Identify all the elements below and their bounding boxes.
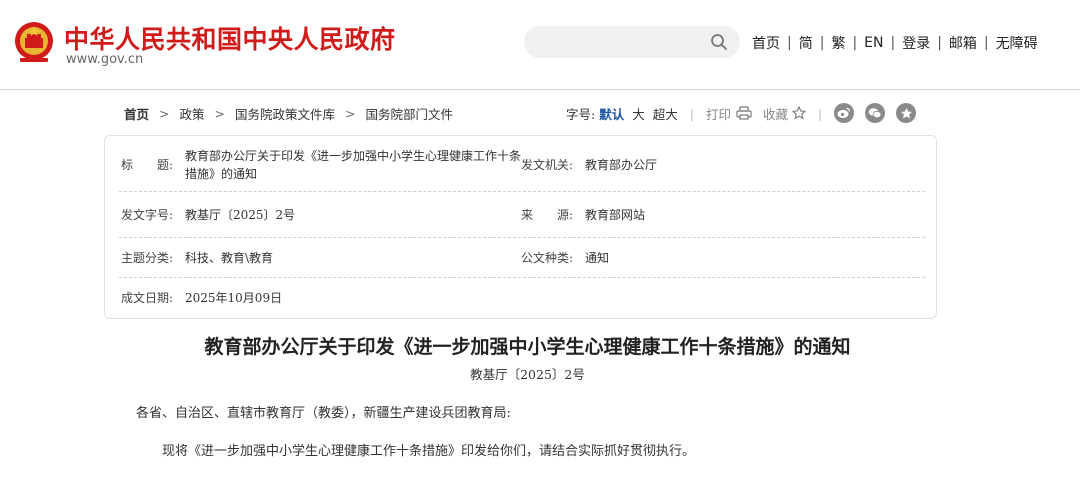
- star-icon[interactable]: [792, 106, 807, 120]
- nav-separator: |: [852, 35, 858, 51]
- nav-separator: |: [787, 35, 792, 51]
- meta-title-label: 标 题:: [121, 158, 174, 172]
- meta-type-value: 通知: [585, 251, 610, 265]
- nav-separator: |: [890, 35, 896, 51]
- nav-separator: |: [819, 35, 825, 51]
- meta-issuer-label: 发文机关:: [521, 158, 574, 172]
- tools-divider: |: [689, 105, 694, 121]
- nav-separator: |: [983, 35, 989, 51]
- meta-title-value-cont: 措施》的通知: [185, 167, 258, 181]
- site-title[interactable]: 中华人民共和国中央人民政府: [64, 20, 396, 56]
- meta-issuer-value: 教育部办公厅: [585, 158, 658, 172]
- article-addressee: 各省、自治区、直辖市教育厅（教委），新疆生产建设兵团教育局:: [136, 406, 511, 421]
- article-tools: 字号: 默认 大 超大 | 打印 收藏 |: [566, 102, 917, 124]
- breadcrumb-policy-library[interactable]: 国务院政策文件库: [235, 104, 335, 123]
- site-header: 中华人民共和国中央人民政府 www.gov.cn 首页 | 简 | 繁 | EN…: [0, 0, 1080, 90]
- breadcrumb-department-docs[interactable]: 国务院部门文件: [366, 104, 454, 123]
- breadcrumb-chevron-icon: >: [345, 106, 356, 121]
- weibo-icon[interactable]: [834, 103, 855, 123]
- nav-traditional[interactable]: 繁: [831, 33, 845, 53]
- search-input[interactable]: [538, 32, 708, 52]
- breadcrumb-chevron-icon: >: [214, 106, 225, 121]
- article-paragraph: 现将《进一步加强中小学生心理健康工作十条措施》印发给你们，请结合实际抓好贯彻执行…: [162, 444, 696, 459]
- print-button[interactable]: 打印: [706, 104, 731, 123]
- favorite-button[interactable]: 收藏: [763, 104, 788, 123]
- font-size-label: 字号:: [566, 106, 596, 122]
- breadcrumb-home[interactable]: 首页: [124, 104, 149, 123]
- article-title: 教育部办公厅关于印发《进一步加强中小学生心理健康工作十条措施》的通知: [204, 336, 851, 358]
- meta-topic-value: 科技、教育\教育: [185, 251, 274, 265]
- tools-divider: |: [818, 105, 823, 121]
- meta-date-value: 2025年10月09日: [185, 291, 283, 305]
- meta-date-label: 成文日期:: [121, 291, 174, 305]
- breadcrumb-chevron-icon: >: [159, 106, 170, 121]
- meta-docno-label: 发文字号:: [121, 208, 174, 222]
- national-emblem-icon[interactable]: [12, 20, 56, 64]
- nav-separator: |: [937, 35, 942, 51]
- font-size-large[interactable]: 大: [632, 104, 645, 123]
- font-size-default[interactable]: 默认: [599, 104, 624, 123]
- article-doc-number: 教基厅〔2025〕2号: [470, 367, 585, 382]
- meta-source-value: 教育部网站: [585, 208, 646, 222]
- nav-accessibility[interactable]: 无障碍: [996, 33, 1038, 53]
- printer-icon[interactable]: [736, 106, 752, 120]
- meta-type-label: 公文种类:: [521, 251, 574, 265]
- meta-row: 标 题: 教育部办公厅关于印发《进一步加强中小学生心理健康工作十条 措施》的通知…: [119, 136, 925, 192]
- meta-row: 成文日期: 2025年10月09日: [119, 278, 925, 318]
- star-circle-icon[interactable]: [896, 103, 917, 123]
- meta-row: 发文字号: 教基厅〔2025〕2号 来 源: 教育部网站: [119, 192, 925, 238]
- breadcrumb-policy[interactable]: 政策: [180, 104, 205, 123]
- meta-topic-label: 主题分类:: [121, 251, 174, 265]
- font-size-xlarge[interactable]: 超大: [653, 104, 678, 123]
- breadcrumb: 首页 > 政策 > 国务院政策文件库 > 国务院部门文件: [124, 104, 453, 123]
- search-box: [524, 26, 740, 58]
- wechat-icon[interactable]: [865, 103, 886, 123]
- site-url: www.gov.cn: [66, 52, 144, 67]
- nav-home[interactable]: 首页: [752, 33, 780, 53]
- document-meta-table: 标 题: 教育部办公厅关于印发《进一步加强中小学生心理健康工作十条 措施》的通知…: [104, 135, 937, 319]
- meta-row: 主题分类: 科技、教育\教育 公文种类: 通知: [119, 238, 925, 278]
- meta-docno-value: 教基厅〔2025〕2号: [185, 208, 296, 222]
- search-icon[interactable]: [710, 33, 728, 51]
- top-nav: 首页 | 简 | 繁 | EN | 登录 | 邮箱 | 无障碍: [752, 33, 1038, 53]
- nav-login[interactable]: 登录: [902, 33, 930, 53]
- meta-title-value: 教育部办公厅关于印发《进一步加强中小学生心理健康工作十条: [185, 149, 522, 163]
- meta-source-label: 来 源:: [521, 208, 574, 222]
- nav-simplified[interactable]: 简: [799, 33, 813, 53]
- nav-mail[interactable]: 邮箱: [949, 33, 977, 53]
- nav-english[interactable]: EN: [864, 35, 883, 51]
